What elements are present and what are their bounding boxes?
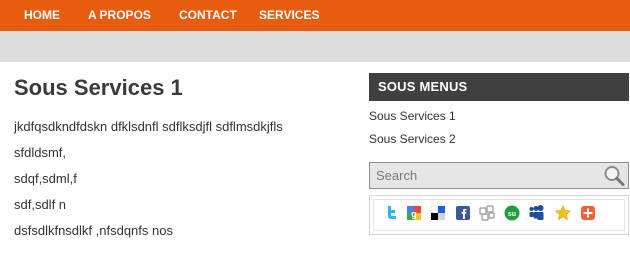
delicious-icon[interactable]	[430, 205, 446, 221]
search-input[interactable]	[370, 163, 595, 188]
digg-icon[interactable]	[479, 205, 495, 221]
nav-contact[interactable]: CONTACT	[179, 0, 237, 31]
search-button[interactable]	[602, 164, 626, 187]
nav-a-propos[interactable]: A PROPOS	[88, 0, 151, 31]
top-navigation: HOME A PROPOS CONTACT SERVICES	[0, 0, 630, 31]
nav-services[interactable]: SERVICES	[259, 0, 319, 31]
content-paragraph: sfdldsmf,	[14, 145, 67, 160]
main-content: Sous Services 1 jkdfqsdkndfdskn dfklsdnf…	[14, 74, 354, 239]
stumbleupon-icon[interactable]: su	[504, 205, 520, 221]
myspace-icon[interactable]	[528, 205, 544, 221]
share-bar: g su	[369, 195, 629, 235]
add-more-icon[interactable]	[580, 205, 596, 221]
content-paragraph: sdf,sdlf n	[14, 197, 67, 212]
facebook-icon[interactable]	[455, 205, 471, 221]
sidebar: SOUS MENUS Sous Services 1 Sous Services…	[369, 73, 629, 235]
page-title: Sous Services 1	[14, 75, 183, 100]
content-paragraph: sdqf,sdml,f	[14, 171, 77, 186]
google-bookmarks-icon[interactable]: g	[406, 205, 422, 221]
content-paragraph: dsfsdlkfnsdlkf ,nfsdqnfs nos	[14, 223, 173, 238]
magnifier-icon	[604, 166, 625, 186]
sidebar-link-sous-services-1[interactable]: Sous Services 1	[369, 108, 629, 124]
search-box	[369, 162, 629, 189]
sub-navigation-bar	[0, 31, 630, 62]
content-paragraph: jkdfqsdkndfdskn dfklsdnfl sdflksdjfl sdf…	[14, 119, 283, 134]
sidebar-heading: SOUS MENUS	[369, 73, 629, 101]
twitter-icon[interactable]	[383, 205, 399, 221]
svg-text:su: su	[508, 211, 516, 218]
nav-home[interactable]: HOME	[24, 0, 60, 31]
favorite-star-icon[interactable]	[555, 205, 571, 221]
svg-text:g: g	[411, 209, 417, 219]
sidebar-link-sous-services-2[interactable]: Sous Services 2	[369, 131, 629, 147]
